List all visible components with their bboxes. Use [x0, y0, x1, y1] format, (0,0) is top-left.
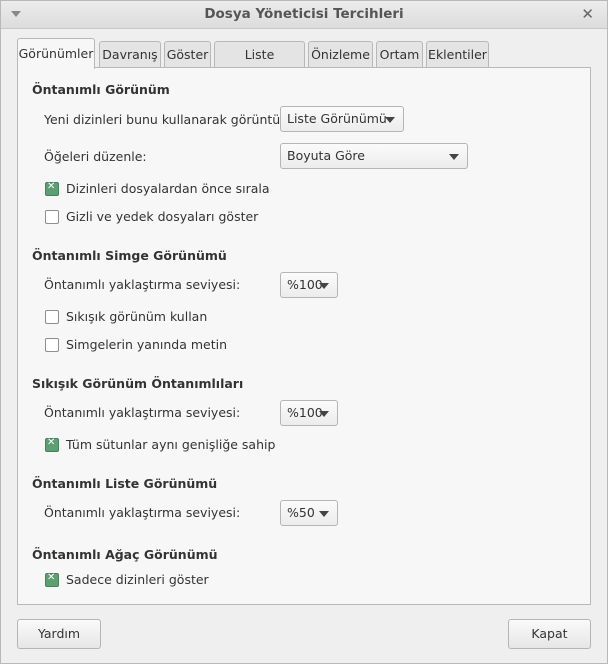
- window-title: Dosya Yöneticisi Tercihleri: [204, 6, 404, 22]
- icon-zoom-value: %100: [287, 277, 323, 292]
- folders-first-label: Dizinleri dosyalardan önce sırala: [66, 181, 270, 196]
- text-beside-icons-checkbox[interactable]: [45, 338, 59, 352]
- section-compact-view: Sıkışık Görünüm Öntanımlıları: [32, 376, 244, 391]
- icon-zoom-label: Öntanımlı yaklaştırma seviyesi:: [44, 277, 241, 292]
- icon-zoom-combo[interactable]: %100: [280, 272, 338, 298]
- preferences-window: Dosya Yöneticisi Tercihleri ✕ Görünümler…: [0, 0, 608, 664]
- chevron-down-icon: [319, 411, 329, 417]
- close-icon[interactable]: ✕: [581, 5, 594, 23]
- compact-zoom-label: Öntanımlı yaklaştırma seviyesi:: [44, 405, 241, 420]
- tab-behavior[interactable]: Davranış: [99, 41, 161, 68]
- section-list-view: Öntanımlı Liste Görünümü: [32, 476, 218, 491]
- tab-media[interactable]: Ortam: [376, 41, 423, 68]
- chevron-down-icon: [319, 283, 329, 289]
- list-zoom-value: %50: [287, 505, 315, 520]
- section-icon-view: Öntanımlı Simge Görünümü: [32, 248, 227, 263]
- tab-extensions[interactable]: Eklentiler: [426, 41, 489, 68]
- show-hidden-label: Gizli ve yedek dosyaları göster: [66, 209, 259, 224]
- list-zoom-label: Öntanımlı yaklaştırma seviyesi:: [44, 505, 241, 520]
- chevron-down-icon: [385, 117, 395, 123]
- sort-order-label: Öğeleri düzenle:: [44, 149, 147, 164]
- title-bar: Dosya Yöneticisi Tercihleri ✕: [1, 1, 607, 29]
- tab-preview[interactable]: Önizleme: [308, 41, 373, 68]
- same-width-label: Tüm sütunlar aynı genişliğe sahip: [66, 437, 276, 452]
- tab-display[interactable]: Göster: [164, 41, 211, 68]
- view-mode-label: Yeni dizinleri bunu kullanarak görüntüle…: [44, 112, 296, 127]
- show-hidden-checkbox[interactable]: [45, 210, 59, 224]
- compact-layout-label: Sıkışık görünüm kullan: [66, 309, 208, 324]
- tab-list-columns[interactable]: Liste Sütunları: [214, 41, 305, 86]
- view-mode-value: Liste Görünümü: [287, 111, 387, 126]
- views-panel: Öntanımlı Görünüm Yeni dizinleri bunu ku…: [17, 67, 591, 605]
- list-zoom-combo[interactable]: %50: [280, 500, 338, 526]
- only-folders-label: Sadece dizinleri göster: [66, 572, 209, 587]
- folders-first-checkbox[interactable]: [45, 181, 59, 196]
- section-tree-view: Öntanımlı Ağaç Görünümü: [32, 547, 218, 562]
- sort-order-combo[interactable]: Boyuta Göre: [280, 143, 468, 169]
- compact-zoom-combo[interactable]: %100: [280, 400, 338, 426]
- sort-order-value: Boyuta Göre: [287, 148, 365, 163]
- text-beside-icons-label: Simgelerin yanında metin: [66, 337, 227, 352]
- close-button[interactable]: Kapat: [508, 619, 591, 649]
- chevron-down-icon: [449, 154, 459, 160]
- compact-layout-checkbox[interactable]: [45, 310, 59, 324]
- only-folders-checkbox[interactable]: [45, 572, 59, 587]
- section-default-view: Öntanımlı Görünüm: [32, 82, 170, 97]
- chevron-down-icon: [319, 511, 329, 517]
- view-mode-combo[interactable]: Liste Görünümü: [280, 106, 404, 132]
- help-button[interactable]: Yardım: [17, 619, 101, 649]
- compact-zoom-value: %100: [287, 405, 323, 420]
- same-width-checkbox[interactable]: [45, 437, 59, 452]
- tab-views[interactable]: Görünümler: [17, 38, 95, 69]
